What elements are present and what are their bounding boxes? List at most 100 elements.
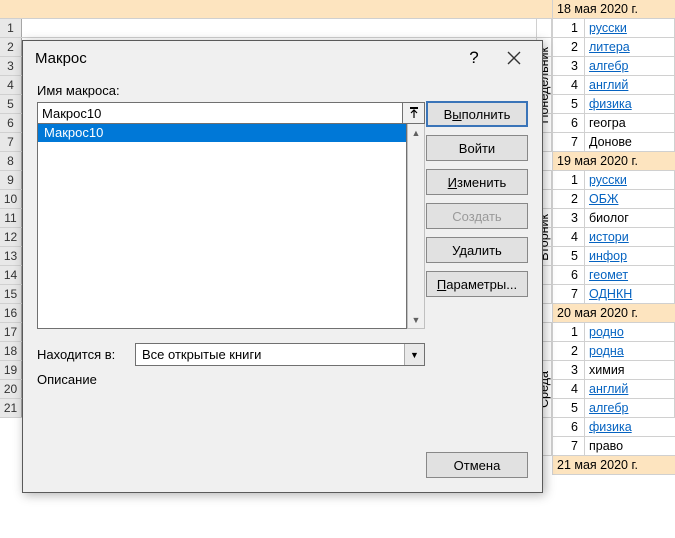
lesson-name[interactable]: алгебр [584,399,675,418]
lesson-name[interactable]: англий [584,380,675,399]
lesson-number: 4 [552,76,584,95]
lesson-name[interactable]: русски [584,171,675,190]
lesson-number: 2 [552,190,584,209]
lesson-number: 5 [552,247,584,266]
location-combo[interactable]: Все открытые книги ▼ [135,343,425,366]
delete-button[interactable]: Удалить [426,237,528,263]
lesson-number: 1 [552,171,584,190]
row-header[interactable]: 16 [0,304,22,322]
list-item[interactable]: Макрос10 [38,124,406,142]
lesson-name[interactable]: истори [584,228,675,247]
lesson-name[interactable]: литера [584,38,675,57]
listbox-scrollbar[interactable]: ▲ ▼ [407,124,425,329]
row-header[interactable]: 19 [0,361,22,379]
lesson-name[interactable]: русски [584,19,675,38]
location-value: Все открытые книги [142,347,261,362]
row-header[interactable]: 7 [0,133,22,151]
row-header[interactable]: 1 [0,19,22,37]
lesson-number: 3 [552,209,584,228]
day-header: 20 мая 2020 г. [552,304,675,323]
lesson-name: химия [584,361,675,380]
lesson-number: 1 [552,19,584,38]
schedule-row: 7ОДНКН [552,285,675,304]
chevron-down-icon[interactable]: ▼ [404,344,424,365]
lesson-name: Донове [584,133,675,152]
row-header[interactable]: 6 [0,114,22,132]
lesson-name[interactable]: физика [584,418,675,437]
schedule-row: 1русски [552,19,675,38]
day-header: 18 мая 2020 г. [552,0,675,19]
help-button[interactable]: ? [454,44,494,72]
row-header[interactable]: 4 [0,76,22,94]
lesson-name[interactable]: ОБЖ [584,190,675,209]
run-button[interactable]: Выполнить [426,101,528,127]
schedule-row: 5физика [552,95,675,114]
reference-button[interactable] [403,102,425,124]
options-button[interactable]: Параметры... [426,271,528,297]
row-header[interactable]: 21 [0,399,22,417]
lesson-number: 3 [552,361,584,380]
lesson-name[interactable]: инфор [584,247,675,266]
day-header: 21 мая 2020 г. [552,456,675,475]
lesson-name[interactable]: ОДНКН [584,285,675,304]
row-header[interactable]: 10 [0,190,22,208]
schedule-row: 5инфор [552,247,675,266]
lesson-number: 6 [552,418,584,437]
lesson-number: 6 [552,114,584,133]
lesson-number: 4 [552,380,584,399]
lesson-name: право [584,437,675,456]
schedule-panel: 18 мая 2020 г.1русски2литера3алгебр4англ… [552,0,675,475]
edit-button[interactable]: Изменить [426,169,528,195]
schedule-row: 3химия [552,361,675,380]
day-header: 19 мая 2020 г. [552,152,675,171]
schedule-row: 3алгебр [552,57,675,76]
schedule-row: 2литера [552,38,675,57]
lesson-number: 2 [552,38,584,57]
schedule-row: 3биолог [552,209,675,228]
lesson-name[interactable]: алгебр [584,57,675,76]
row-header[interactable]: 5 [0,95,22,113]
schedule-row: 1родно [552,323,675,342]
macro-name-label: Имя макроса: [37,83,425,98]
close-button[interactable] [494,44,534,72]
row-header[interactable]: 14 [0,266,22,284]
step-into-button[interactable]: Войти [426,135,528,161]
scroll-up-icon[interactable]: ▲ [408,124,424,141]
schedule-row: 5алгебр [552,399,675,418]
row-header[interactable]: 3 [0,57,22,75]
schedule-row: 6геомет [552,266,675,285]
schedule-row: 7Донове [552,133,675,152]
row-header[interactable]: 12 [0,228,22,246]
row-header[interactable]: 17 [0,323,22,341]
lesson-number: 6 [552,266,584,285]
schedule-row: 6геогра [552,114,675,133]
schedule-row: 2родна [552,342,675,361]
cancel-button[interactable]: Отмена [426,452,528,478]
schedule-row: 4англий [552,380,675,399]
location-label: Находится в: [37,347,125,362]
scroll-down-icon[interactable]: ▼ [408,311,424,328]
row-header[interactable]: 8 [0,152,22,170]
lesson-name[interactable]: физика [584,95,675,114]
macro-listbox[interactable]: Макрос10 [37,124,407,329]
lesson-name[interactable]: родна [584,342,675,361]
schedule-row: 1русски [552,171,675,190]
lesson-name[interactable]: родно [584,323,675,342]
dialog-title: Макрос [35,50,454,67]
schedule-row: 4англий [552,76,675,95]
lesson-name[interactable]: англий [584,76,675,95]
lesson-name[interactable]: геомет [584,266,675,285]
row-header[interactable]: 15 [0,285,22,303]
lesson-name: биолог [584,209,675,228]
row-header[interactable]: 9 [0,171,22,189]
lesson-number: 5 [552,399,584,418]
row-header[interactable]: 11 [0,209,22,227]
row-header[interactable]: 18 [0,342,22,360]
macro-dialog: Макрос ? Имя макроса: Макрос10 ▲ ▼ Наход… [22,40,543,493]
lesson-number: 2 [552,342,584,361]
schedule-row: 6физика [552,418,675,437]
row-header[interactable]: 13 [0,247,22,265]
row-header[interactable]: 20 [0,380,22,398]
row-header[interactable]: 2 [0,38,22,56]
macro-name-input[interactable] [37,102,403,124]
